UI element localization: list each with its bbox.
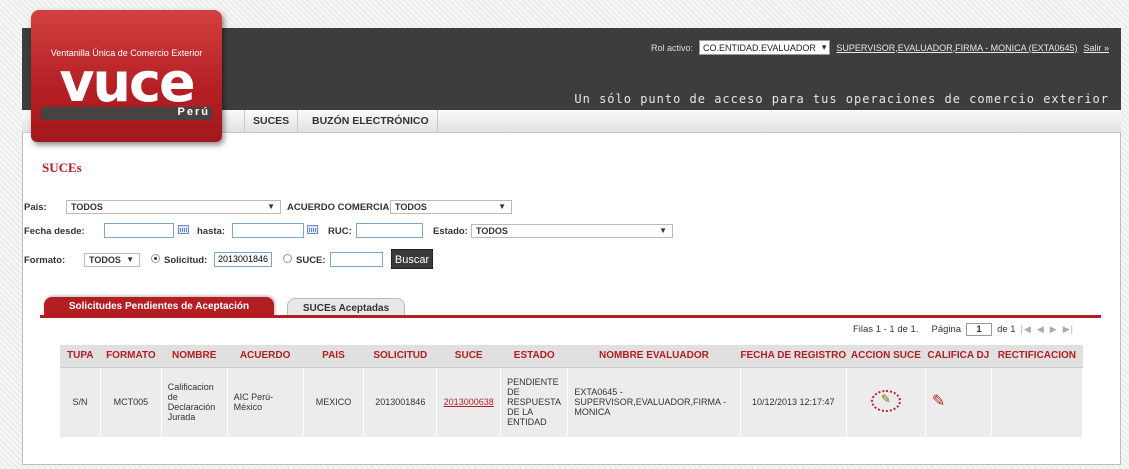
table-row: S/N MCT005 Calificacion de Declaración J…	[60, 367, 1084, 437]
califica-dj-icon[interactable]: ✎	[932, 393, 945, 409]
chevron-down-icon: ▾	[821, 42, 827, 52]
pager-rows-text: Filas 1 - 1 de 1.	[853, 324, 919, 335]
chevron-down-icon: ▼	[659, 226, 667, 235]
logo-word: vuce	[59, 51, 195, 114]
col-pais[interactable]: PAIS	[303, 345, 364, 368]
acuerdo-select[interactable]: TODOS ▼	[390, 200, 512, 214]
formato-select[interactable]: TODOS ▼	[84, 253, 140, 267]
col-acuerdo[interactable]: ACUERDO	[227, 345, 304, 368]
cell-suce: 2013000638	[436, 367, 502, 437]
acuerdo-label: ACUERDO COMERCIAL:	[287, 202, 399, 213]
role-value: CO.ENTIDAD.EVALUADOR	[703, 42, 816, 53]
col-nombre[interactable]: NOMBRE	[161, 345, 228, 368]
header-user-area: Rol activo: CO.ENTIDAD.EVALUADOR ▾ SUPER…	[651, 40, 1109, 55]
role-select[interactable]: CO.ENTIDAD.EVALUADOR ▾	[699, 40, 831, 55]
estado-label: Estado:	[433, 226, 468, 237]
buscar-button[interactable]: Buscar	[391, 249, 433, 269]
last-page-icon[interactable]: ▶|	[1063, 324, 1074, 335]
col-formato[interactable]: FORMATO	[100, 345, 162, 368]
user-link[interactable]: SUPERVISOR,EVALUADOR,FIRMA - MONICA (EXT…	[836, 43, 1077, 53]
pager-page-label: Página	[931, 324, 962, 335]
calendar-icon[interactable]	[307, 225, 318, 234]
fecha-desde-label: Fecha desde:	[24, 226, 85, 237]
logo-country: Perú	[177, 106, 210, 118]
slogan: Un sólo punto de acceso para tus operaci…	[574, 92, 1109, 106]
cell-accion	[846, 367, 926, 437]
vuce-logo[interactable]: Ventanilla Única de Comercio Exterior vu…	[31, 10, 222, 142]
next-page-icon[interactable]: ▶	[1050, 324, 1058, 335]
solicitud-label: Solicitud:	[164, 255, 208, 266]
cell-pais: MEXICO	[303, 367, 365, 437]
chevron-down-icon: ▼	[267, 202, 275, 211]
cell-acuerdo: AIC Perú-México	[227, 367, 304, 437]
fecha-hasta-input[interactable]	[232, 223, 304, 238]
nav-item-buzon[interactable]: BUZÓN ELECTRÓNICO	[304, 110, 438, 133]
col-evaluador[interactable]: NOMBRE EVALUADOR	[567, 345, 741, 368]
prev-page-icon[interactable]: ◀	[1037, 324, 1045, 335]
col-estado[interactable]: ESTADO	[500, 345, 568, 368]
calendar-icon[interactable]	[178, 225, 189, 234]
pais-label: País:	[24, 202, 47, 213]
cell-califica: ✎	[925, 367, 992, 437]
suce-link[interactable]: 2013000638	[444, 397, 494, 407]
chevron-down-icon: ▼	[126, 255, 134, 264]
ruc-input[interactable]	[356, 223, 423, 238]
suce-label: SUCE:	[296, 255, 326, 266]
pais-value: TODOS	[71, 202, 103, 212]
suce-input[interactable]	[330, 252, 383, 267]
cell-rectificacion	[991, 367, 1084, 437]
col-califica[interactable]: CALIFICA DJ	[925, 345, 992, 368]
cell-solicitud: 2013001846	[363, 367, 438, 437]
col-tupa[interactable]: TUPA	[60, 345, 101, 368]
estado-select[interactable]: TODOS ▼	[471, 224, 673, 238]
col-suce[interactable]: SUCE	[436, 345, 501, 368]
solicitud-input[interactable]: 2013001846	[214, 252, 272, 267]
col-solicitud[interactable]: SOLICITUD	[363, 345, 437, 368]
col-accion[interactable]: ACCION SUCE	[846, 345, 926, 368]
pais-select[interactable]: TODOS ▼	[66, 200, 281, 214]
cell-evaluador: EXTA0645 - SUPERVISOR,EVALUADOR,FIRMA - …	[567, 367, 741, 437]
table-header-row: TUPA FORMATO NOMBRE ACUERDO PAIS SOLICIT…	[60, 345, 1083, 368]
first-page-icon[interactable]: |◀	[1021, 324, 1032, 335]
cell-estado: PENDIENTE DE RESPUESTA DE LA ENTIDAD	[500, 367, 569, 437]
cell-tupa: S/N	[60, 367, 102, 437]
suce-radio[interactable]	[283, 254, 292, 263]
estado-value: TODOS	[476, 226, 508, 236]
ruc-label: RUC:	[328, 226, 352, 237]
hasta-label: hasta:	[197, 226, 225, 237]
nav-item-suces[interactable]: SUCES	[244, 110, 299, 133]
tab-pendientes[interactable]: Solicitudes Pendientes de Aceptación	[44, 297, 274, 317]
acuerdo-value: TODOS	[395, 202, 427, 212]
logout-link[interactable]: Salir »	[1083, 43, 1109, 53]
page-input[interactable]: 1	[966, 323, 993, 336]
suces-table: TUPA FORMATO NOMBRE ACUERDO PAIS SOLICIT…	[60, 345, 1084, 437]
solicitud-radio[interactable]	[151, 254, 160, 263]
cell-formato: MCT005	[100, 367, 162, 437]
col-rectificacion[interactable]: RECTIFICACION	[991, 345, 1083, 368]
chevron-down-icon: ▼	[498, 202, 506, 211]
pager: Filas 1 - 1 de 1. Página 1 de 1 |◀ ◀ ▶ ▶…	[853, 323, 1074, 336]
formato-label: Formato:	[24, 255, 66, 266]
cell-fecha: 10/12/2013 12:17:47	[740, 367, 847, 437]
col-fecha[interactable]: FECHA DE REGISTRO	[740, 345, 847, 368]
page-title: SUCEs	[42, 160, 82, 175]
role-label: Rol activo:	[651, 42, 694, 53]
cell-nombre: Calificacion de Declaración Jurada	[161, 367, 228, 437]
accion-suce-icon[interactable]	[870, 390, 901, 413]
pager-of-text: de 1	[997, 324, 1016, 335]
fecha-desde-input[interactable]	[104, 223, 174, 238]
formato-value: TODOS	[89, 255, 121, 265]
tab-underline	[40, 315, 1101, 318]
